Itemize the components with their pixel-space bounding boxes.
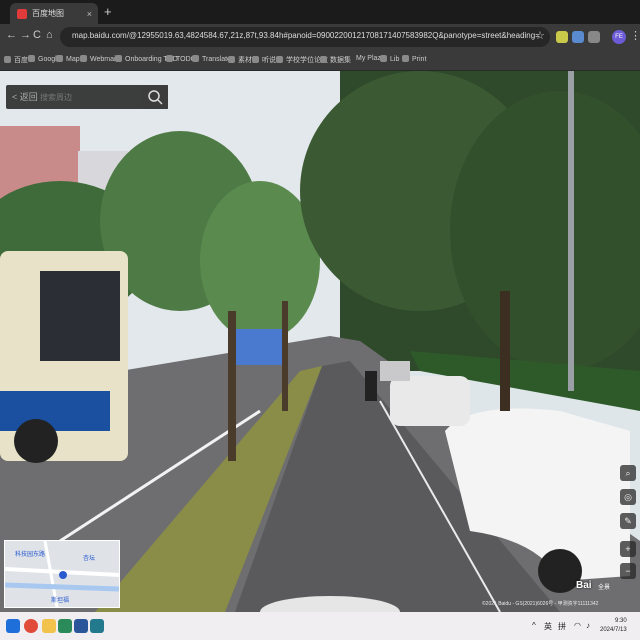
watermark-subtitle: 全景 [598, 585, 611, 591]
volume-icon[interactable]: ♪ [586, 621, 590, 630]
search-box: < 返回 [6, 85, 168, 109]
bookmark-item[interactable]: Print [402, 55, 426, 63]
home-button[interactable]: ⌂ [46, 29, 53, 41]
zoom-out-icon[interactable]: − [620, 563, 636, 579]
windows-start-icon[interactable] [6, 619, 20, 633]
minimap-label: 杏坛 [83, 556, 96, 562]
extension-icon[interactable] [572, 31, 584, 43]
back-button[interactable]: ← [6, 29, 17, 41]
wifi-icon[interactable]: ◠ [574, 621, 581, 630]
back-link[interactable]: < 返回 [12, 90, 38, 103]
app-icon[interactable] [58, 619, 72, 633]
bookmark-item[interactable]: Lib [380, 55, 399, 63]
camera-icon[interactable]: ◎ [620, 489, 636, 505]
profile-avatar[interactable]: FE [612, 30, 626, 44]
file-explorer-icon[interactable] [42, 619, 56, 633]
bookmark-item[interactable]: Webmail [80, 55, 117, 63]
copyright-footer: ©2021 Baidu - GS(2021)6026号 - 甲测资字111113… [482, 601, 599, 607]
minimap-label: 斯坦福 [51, 598, 70, 604]
clock-date: 2024/7/13 [600, 627, 627, 633]
minimap[interactable]: 科技园东路 杏坛 斯坦福 [4, 540, 120, 608]
zoom-in-icon[interactable]: + [620, 541, 636, 557]
search-tool-icon[interactable]: ⌕ [620, 465, 636, 481]
baidu-favicon-icon [17, 8, 27, 19]
tray-ime[interactable]: 拼 [558, 621, 566, 632]
taskbar: ^ 英 拼 ◠ ♪ 9:30 2024/7/13 [0, 612, 640, 640]
bookmark-star-icon[interactable]: ☆ [535, 29, 545, 42]
system-clock[interactable]: 9:30 2024/7/13 [600, 617, 627, 635]
baidu-watermark: Bai [576, 580, 592, 591]
tab-baidu-map[interactable]: 百度地图 × [10, 3, 98, 24]
address-bar[interactable]: map.baidu.com/@12955019.63,4824584.67,21… [60, 27, 550, 47]
reload-button[interactable]: C [33, 29, 41, 41]
tray-language[interactable]: 英 [544, 621, 552, 632]
new-tab-button[interactable]: + [104, 4, 112, 19]
bookmark-item[interactable]: Translate [192, 55, 231, 63]
forward-button[interactable]: → [20, 29, 31, 41]
street-scene [0, 71, 640, 612]
clock-time: 9:30 [615, 618, 627, 624]
bookmark-item[interactable]: 百度 [4, 55, 28, 65]
bookmark-folder[interactable]: 素材 [228, 55, 252, 65]
url-text[interactable]: map.baidu.com/@12955019.63,4824584.67,21… [72, 31, 540, 40]
browser-menu-icon[interactable]: ⋮ [630, 29, 640, 42]
chrome-icon[interactable] [24, 619, 38, 633]
tray-chevron-icon[interactable]: ^ [532, 621, 536, 630]
bookmark-item[interactable]: Map [56, 55, 80, 63]
bookmarks-bar: 百度 Google Map Webmail Onboarding TUD TOD… [0, 50, 640, 71]
street-view-panorama[interactable] [0, 71, 640, 612]
edit-icon[interactable]: ✎ [620, 513, 636, 529]
word-icon[interactable] [74, 619, 88, 633]
search-icon [148, 90, 163, 105]
bookmark-folder[interactable]: 听说 [252, 55, 276, 65]
bookmark-item[interactable]: 数据集 [320, 55, 351, 65]
search-button[interactable] [142, 85, 168, 109]
tab-bar: 百度地图 × + [0, 0, 640, 24]
toolbar: ← → C ⌂ map.baidu.com/@12955019.63,48245… [0, 24, 640, 50]
extension-icon[interactable] [556, 31, 568, 43]
minimap-label: 科技园东路 [15, 552, 46, 558]
tab-title: 百度地图 [32, 9, 64, 18]
tab-close-icon[interactable]: × [87, 9, 92, 19]
search-input[interactable] [38, 89, 142, 106]
extension-icon[interactable] [588, 31, 600, 43]
app-icon[interactable] [90, 619, 104, 633]
